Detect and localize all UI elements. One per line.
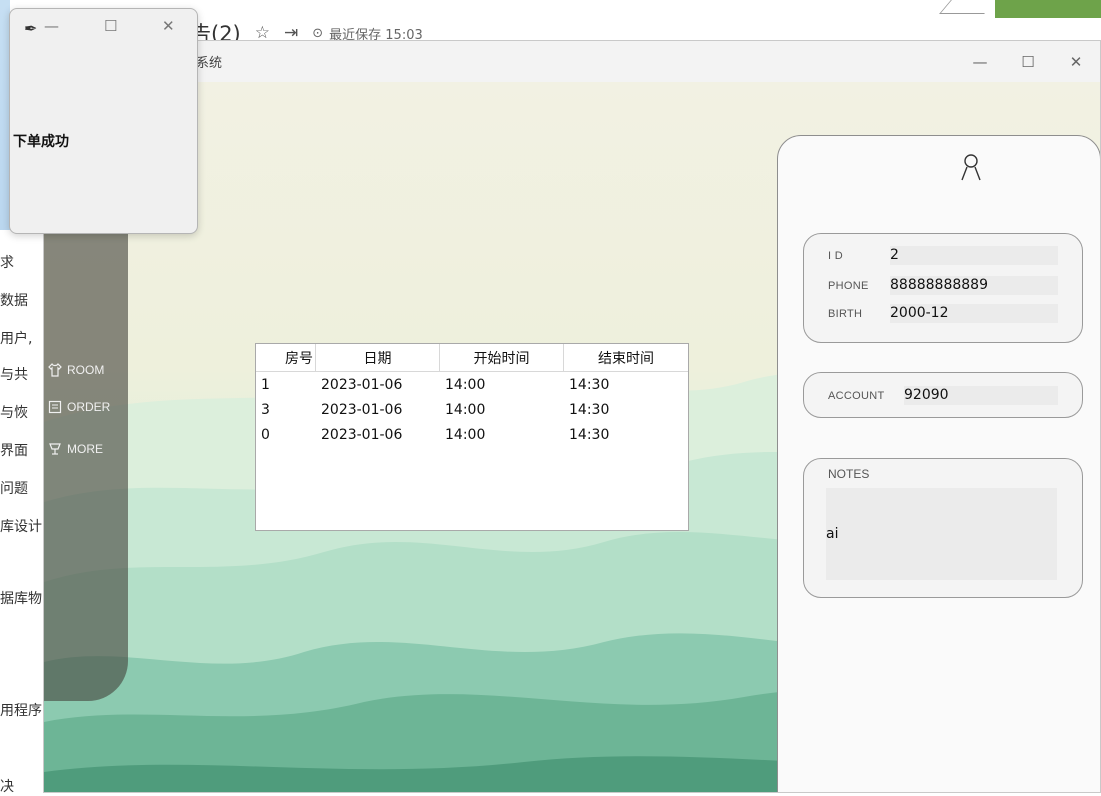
account-field: ACCOUNT 92090 — [828, 386, 1058, 405]
table-cell: 14:30 — [569, 376, 610, 393]
table-cell: 2023-01-06 — [321, 401, 403, 418]
feather-icon: ✒ — [24, 19, 38, 38]
window-controls: — ☐ ✕ — [956, 41, 1100, 82]
main-titlebar[interactable]: 系统 — ☐ ✕ — [44, 41, 1100, 82]
success-dialog: ✒ — ☐ ✕ 下单成功 — [9, 8, 198, 234]
account-group: ACCOUNT 92090 — [803, 372, 1083, 418]
column-header[interactable]: 开始时间 — [440, 344, 564, 371]
table-cell: 0 — [261, 426, 270, 443]
doc-outline-item[interactable]: 库设计 — [0, 516, 44, 536]
main-app-window: 系统 — ☐ ✕ ROOM ORDER MORE 房号 日期 开始时间 结束时间… — [43, 40, 1101, 793]
nav-item-label: MORE — [67, 442, 103, 456]
table-cell: 14:00 — [445, 426, 486, 443]
doc-outline-item[interactable]: 据库物 — [0, 588, 44, 608]
nav-item-label: ORDER — [67, 400, 111, 414]
shirt-icon — [48, 363, 62, 377]
dialog-message: 下单成功 — [13, 134, 69, 150]
doc-outline-item[interactable]: 用程序 — [0, 700, 44, 720]
doc-corner-accent — [995, 0, 1101, 18]
nav-item-more[interactable]: MORE — [48, 442, 103, 456]
dialog-close-button[interactable]: ✕ — [162, 17, 175, 35]
id-value[interactable]: 2 — [890, 246, 1058, 265]
doc-outline-item[interactable]: 数据 — [0, 290, 44, 310]
table-row[interactable]: 3 2023-01-06 14:00 14:30 — [256, 397, 688, 422]
dialog-minimize-button[interactable]: — — [44, 17, 59, 35]
window-title: 系统 — [196, 56, 223, 71]
doc-outline-item[interactable]: 与恢 — [0, 402, 44, 422]
close-button[interactable]: ✕ — [1052, 41, 1100, 82]
birth-field: BIRTH 2000-12 — [828, 304, 1058, 323]
table-cell: 2023-01-06 — [321, 426, 403, 443]
nav-item-room[interactable]: ROOM — [48, 363, 104, 377]
table-cell: 14:30 — [569, 401, 610, 418]
notes-textarea[interactable]: ai — [826, 488, 1057, 580]
table-cell: 3 — [261, 401, 270, 418]
table-header: 房号 日期 开始时间 结束时间 — [256, 344, 688, 372]
id-label: I D — [828, 249, 843, 262]
column-header[interactable]: 结束时间 — [564, 344, 688, 371]
account-value[interactable]: 92090 — [904, 386, 1058, 405]
id-field: I D 2 — [828, 246, 1058, 265]
table-cell: 14:00 — [445, 401, 486, 418]
maximize-button[interactable]: ☐ — [1004, 41, 1052, 82]
basic-info-group: I D 2 PHONE 88888888889 BIRTH 2000-12 — [803, 233, 1083, 343]
dialog-titlebar[interactable]: ✒ — ☐ ✕ — [10, 9, 197, 47]
phone-value[interactable]: 88888888889 — [890, 276, 1058, 295]
main-content: ROOM ORDER MORE 房号 日期 开始时间 结束时间 1 2023-0… — [44, 82, 1100, 792]
doc-corner-line — [939, 0, 996, 14]
account-label: ACCOUNT — [828, 389, 885, 402]
table-cell: 14:30 — [569, 426, 610, 443]
doc-outline-item[interactable]: 求 — [0, 252, 44, 272]
doc-outline-item[interactable]: 界面 — [0, 440, 44, 460]
table-row[interactable]: 0 2023-01-06 14:00 14:30 — [256, 422, 688, 447]
doc-outline-item[interactable]: 用户, — [0, 328, 44, 348]
minimize-button[interactable]: — — [956, 41, 1004, 82]
table-row[interactable]: 1 2023-01-06 14:00 14:30 — [256, 372, 688, 397]
column-header[interactable]: 房号 — [256, 344, 316, 371]
birth-value[interactable]: 2000-12 — [890, 304, 1058, 323]
notes-label: NOTES — [828, 467, 870, 481]
check-circle-icon: ⊙ — [312, 25, 324, 41]
phone-label: PHONE — [828, 279, 869, 292]
doc-outline-sidebar: 求 数据 用户, 与共 与恢 界面 问题 库设计 据库物 用程序 决 — [0, 230, 44, 796]
notes-group: NOTES ai — [803, 458, 1083, 598]
table-cell: 14:00 — [445, 376, 486, 393]
nav-item-label: ROOM — [67, 363, 105, 377]
user-icon[interactable] — [960, 152, 982, 186]
dialog-maximize-button[interactable]: ☐ — [104, 17, 117, 35]
list-icon — [48, 400, 62, 414]
column-header[interactable]: 日期 — [316, 344, 440, 371]
table-cell: 2023-01-06 — [321, 376, 403, 393]
doc-outline-item[interactable]: 与共 — [0, 364, 44, 384]
order-table[interactable]: 房号 日期 开始时间 结束时间 1 2023-01-06 14:00 14:30… — [255, 343, 689, 531]
nav-item-order[interactable]: ORDER — [48, 400, 110, 414]
doc-outline-item[interactable]: 问题 — [0, 478, 44, 498]
table-cell: 1 — [261, 376, 270, 393]
profile-card: I D 2 PHONE 88888888889 BIRTH 2000-12 AC… — [777, 135, 1100, 792]
birth-label: BIRTH — [828, 307, 863, 320]
doc-outline-item[interactable]: 决 — [0, 776, 44, 796]
phone-field: PHONE 88888888889 — [828, 276, 1058, 295]
cup-icon — [48, 442, 62, 456]
